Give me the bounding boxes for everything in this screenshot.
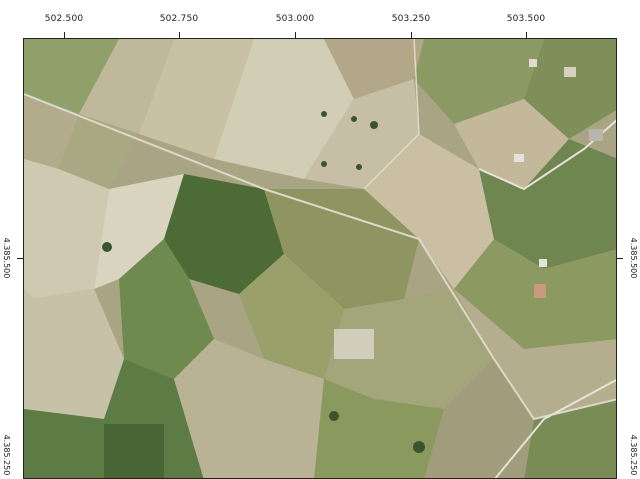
x-tick-label: 503.250 bbox=[391, 14, 431, 24]
tree bbox=[321, 161, 327, 167]
farm-compound bbox=[334, 329, 374, 359]
tree bbox=[102, 242, 112, 252]
building bbox=[589, 129, 603, 141]
tree bbox=[321, 111, 327, 117]
tree bbox=[370, 121, 378, 129]
x-tick-label: 503.000 bbox=[275, 14, 315, 24]
y-tick-mark bbox=[617, 258, 623, 259]
tree bbox=[329, 411, 339, 421]
x-tick-label: 502.750 bbox=[159, 14, 199, 24]
tree bbox=[351, 116, 357, 122]
x-tick-label: 502.500 bbox=[44, 14, 84, 24]
building bbox=[529, 59, 537, 67]
orchard bbox=[104, 424, 164, 478]
building bbox=[534, 284, 546, 298]
y-tick-label-right: 4.385.250 bbox=[629, 434, 638, 476]
map-frame: 502.500 502.750 503.000 503.250 503.500 … bbox=[0, 0, 640, 479]
x-tick-label: 503.500 bbox=[506, 14, 546, 24]
y-tick-label-left: 4.385.500 bbox=[2, 237, 11, 279]
y-tick-label-left: 4.385.250 bbox=[2, 434, 11, 476]
y-tick-label-right: 4.385.500 bbox=[629, 237, 638, 279]
building bbox=[514, 154, 524, 162]
building bbox=[564, 67, 576, 77]
tree bbox=[413, 441, 425, 453]
tree bbox=[356, 164, 362, 170]
aerial-map-imagery bbox=[24, 39, 616, 478]
aerial-map[interactable] bbox=[23, 38, 617, 479]
building bbox=[539, 259, 547, 267]
